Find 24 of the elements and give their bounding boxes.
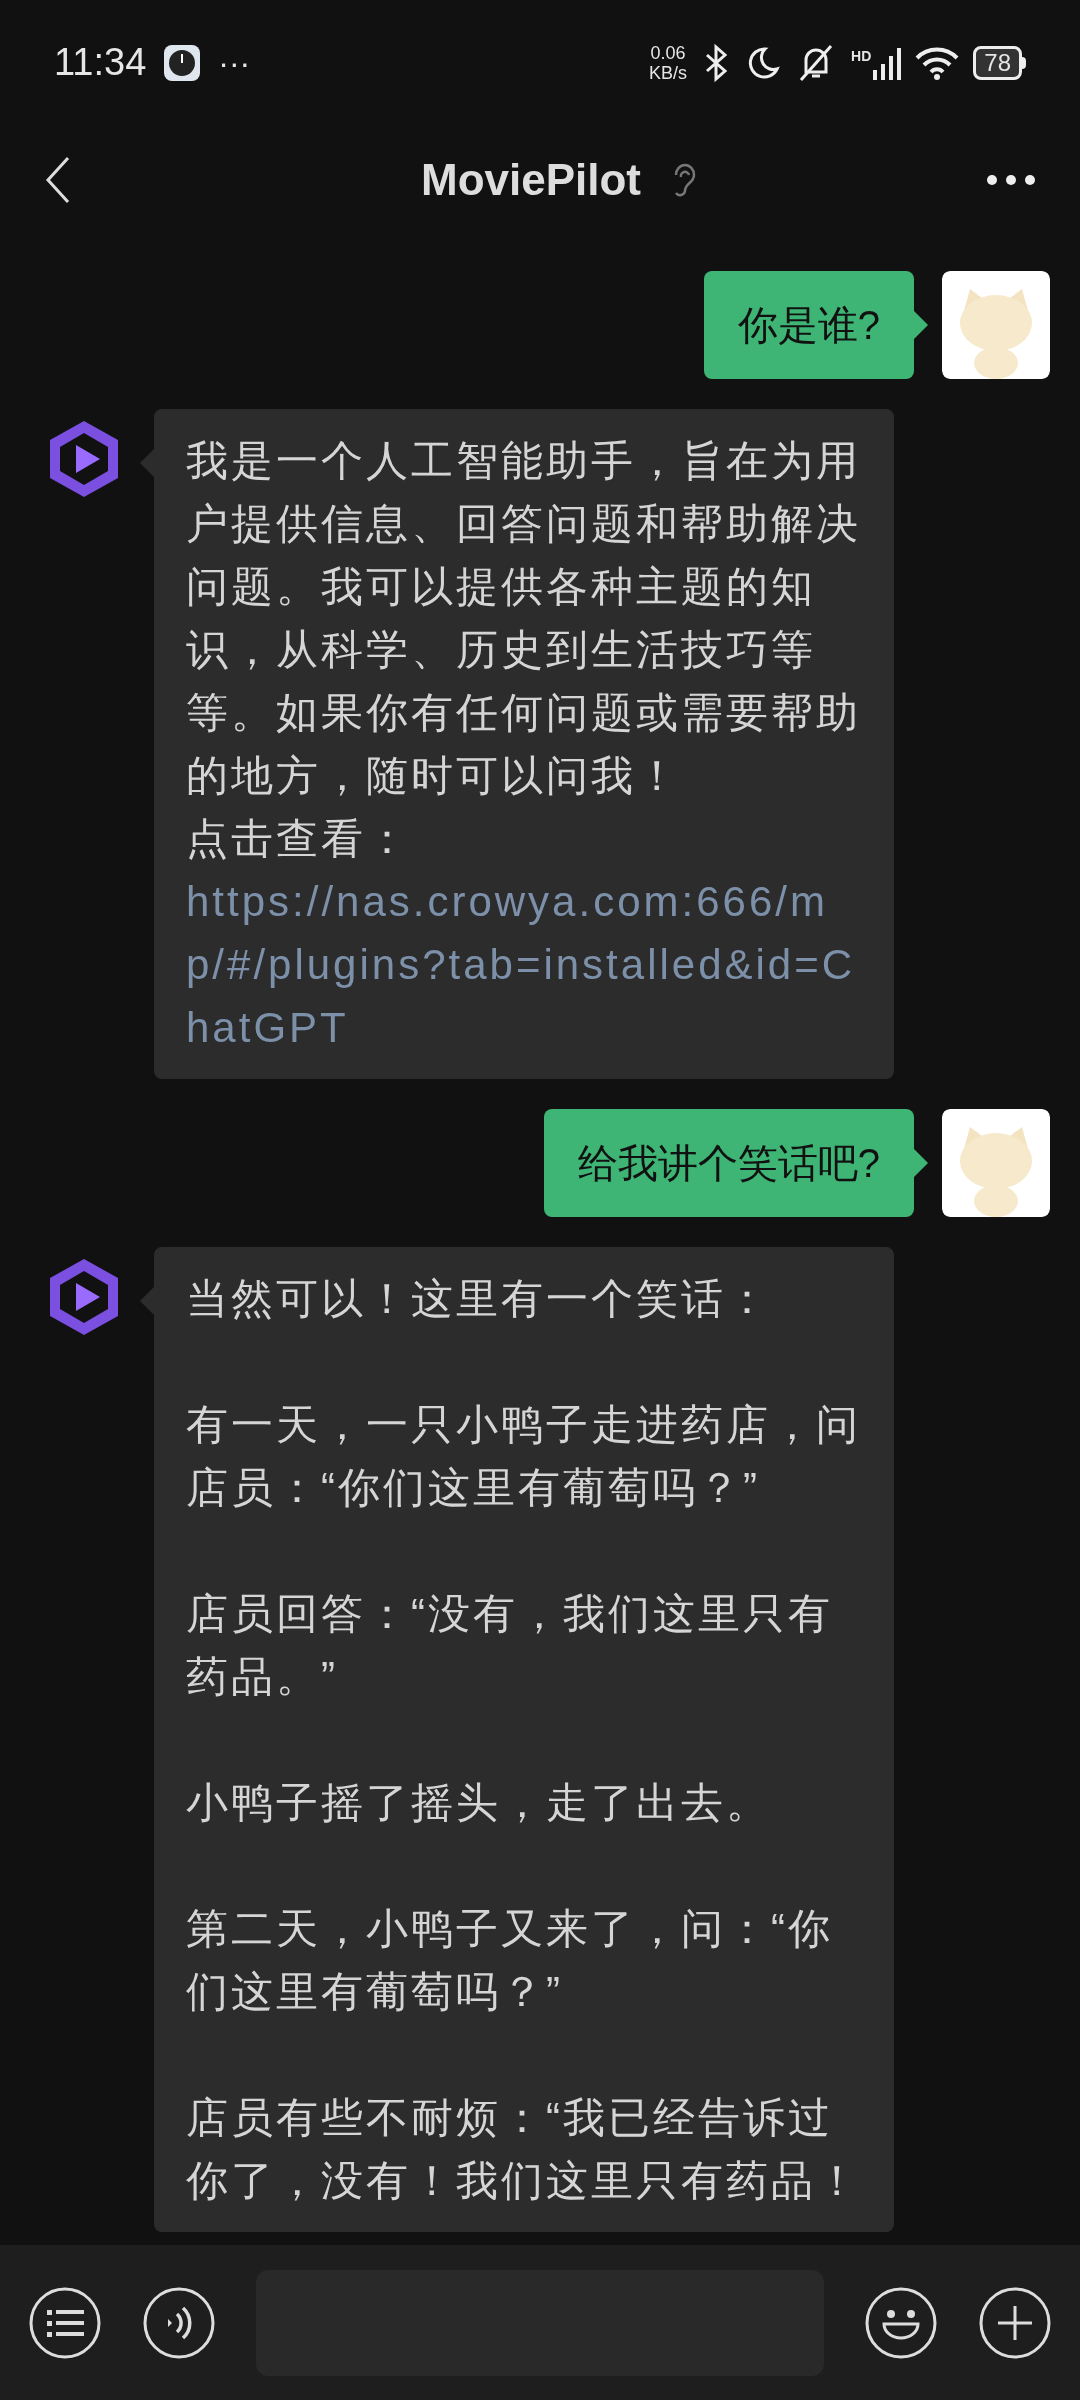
notification-more: ···: [218, 43, 251, 83]
wifi-icon: [915, 45, 960, 80]
menu-icon[interactable]: [28, 2285, 102, 2360]
received-message-bubble: 当然可以！这里有一个笑话： 有一天，一只小鸭子走进药店，问店员：“你们这里有葡萄吗？” 店员回答：“没有，我们这里只有药品。” 小鸭子摇了摇头，走了出去。 第二天，小鸭子又来了，问：“你们这里有葡萄吗？” 店员有些不耐烦：“我已经告诉过你了，没有！我们这里只有药品！: [154, 1247, 894, 2232]
voice-icon[interactable]: [142, 2285, 216, 2360]
add-icon[interactable]: [978, 2285, 1052, 2360]
more-options-icon[interactable]: [986, 174, 1036, 186]
emoji-icon[interactable]: [864, 2285, 938, 2360]
plugin-link[interactable]: https://nas.crowya.com:666/mp/#/plugins?tab=installed&id=ChatGPT: [186, 870, 862, 1059]
signal-icon: [873, 45, 902, 80]
clock-time: 11:34: [54, 40, 147, 85]
clock-app-icon: [164, 44, 201, 81]
sent-message-bubble: 给我讲个笑话吧?: [543, 1109, 914, 1217]
network-speed: 0.06 KB/s: [649, 42, 688, 83]
avatar-icon: [942, 271, 1050, 379]
chat-title: MoviePilot: [421, 154, 641, 206]
bubble-tail: [914, 1149, 928, 1177]
battery-indicator: 78: [973, 45, 1026, 80]
hd-label: HD: [851, 46, 872, 66]
back-icon[interactable]: [44, 156, 72, 204]
sent-message-bubble: 你是谁?: [703, 271, 914, 379]
bubble-tail: [914, 311, 928, 339]
avatar-icon: [942, 1109, 1050, 1217]
received-message-bubble: 我是一个人工智能助手，旨在为用户提供信息、回答问题和帮助解决问题。我可以提供各种主题的知识，从科学、历史到生活技巧等等。如果你有任何问题或需要帮助的地方，随时可以问我！ 点击查看： https://nas.crowya.com:666/mp/#/plugins?tab=installed&id=ChatGPT: [154, 409, 894, 1079]
